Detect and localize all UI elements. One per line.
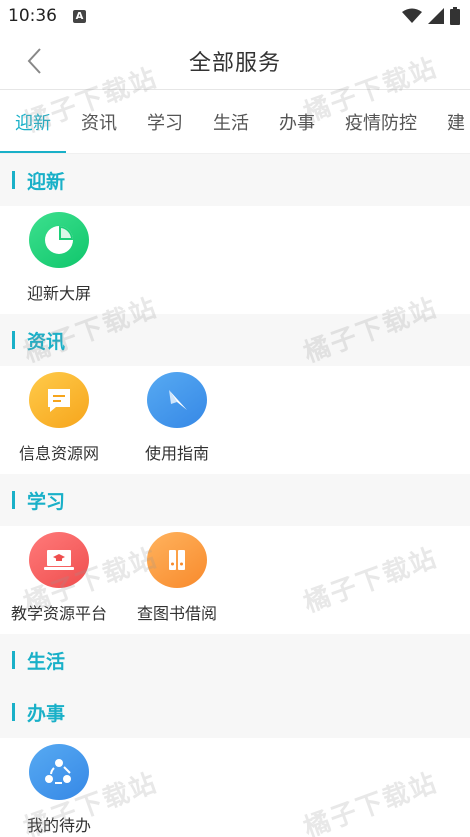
tab-news[interactable]: 资讯	[66, 90, 132, 153]
service-label: 我的待办	[26, 816, 91, 835]
pie-chart-icon	[29, 212, 89, 268]
service-label: 使用指南	[144, 444, 209, 463]
service-my-todo[interactable]: 我的待办	[0, 744, 118, 836]
service-label: 查图书借阅	[136, 604, 217, 623]
laptop-graduation-icon	[29, 532, 89, 588]
section-header-study: 学习	[0, 474, 470, 526]
section-accent-bar	[12, 651, 15, 669]
message-icon	[29, 372, 89, 428]
category-tabs: 迎新 资讯 学习 生活 办事 疫情防控 建	[0, 90, 470, 154]
section-header-welcome: 迎新	[0, 154, 470, 206]
section-accent-bar	[12, 491, 15, 509]
tab-affairs[interactable]: 办事	[264, 90, 330, 153]
service-grid-welcome: 迎新大屏	[0, 206, 470, 314]
title-bar: 全部服务	[0, 32, 470, 90]
page-title: 全部服务	[188, 50, 281, 76]
back-button[interactable]	[14, 32, 54, 90]
tab-more[interactable]: 建	[432, 90, 470, 153]
section-header-affairs: 办事	[0, 686, 470, 738]
wifi-icon	[402, 8, 422, 23]
service-label: 教学资源平台	[10, 604, 107, 623]
service-teaching-resources[interactable]: 教学资源平台	[0, 532, 118, 624]
tab-welcome[interactable]: 迎新	[0, 90, 66, 153]
section-header-news: 资讯	[0, 314, 470, 366]
service-user-guide[interactable]: 使用指南	[118, 372, 236, 464]
service-grid-news: 信息资源网 使用指南	[0, 366, 470, 474]
service-grid-affairs: 我的待办	[0, 738, 470, 837]
status-right	[402, 7, 460, 25]
section-title: 资讯	[27, 330, 66, 353]
status-bar: 10:36 A	[0, 0, 470, 32]
section-title: 学习	[27, 490, 66, 513]
tab-epidemic[interactable]: 疫情防控	[330, 90, 432, 153]
service-info-resources[interactable]: 信息资源网	[0, 372, 118, 464]
chevron-left-icon	[27, 48, 41, 74]
books-icon	[147, 532, 207, 588]
notification-icon: A	[73, 9, 86, 23]
compass-icon	[147, 372, 207, 428]
service-welcome-screen[interactable]: 迎新大屏	[0, 212, 118, 304]
section-accent-bar	[12, 171, 15, 189]
section-title: 生活	[27, 650, 66, 673]
service-library-borrowing[interactable]: 查图书借阅	[118, 532, 236, 624]
share-people-icon	[29, 744, 89, 800]
section-accent-bar	[12, 703, 15, 721]
signal-icon	[428, 8, 444, 24]
section-accent-bar	[12, 331, 15, 349]
service-grid-study: 教学资源平台 查图书借阅	[0, 526, 470, 634]
service-label: 迎新大屏	[26, 284, 91, 303]
battery-icon	[450, 7, 460, 25]
tab-study[interactable]: 学习	[132, 90, 198, 153]
service-label: 信息资源网	[18, 444, 99, 463]
section-title: 办事	[27, 702, 66, 725]
status-left: 10:36 A	[8, 6, 86, 26]
section-title: 迎新	[27, 170, 66, 193]
section-header-life: 生活	[0, 634, 470, 686]
status-time: 10:36	[8, 6, 57, 26]
tab-life[interactable]: 生活	[198, 90, 264, 153]
